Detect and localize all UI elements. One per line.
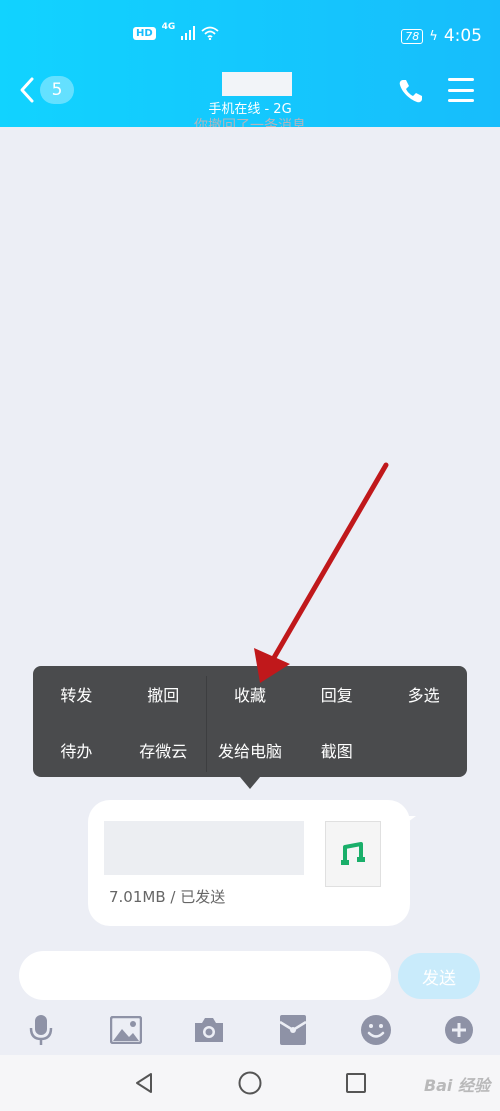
system-message: 你撤回了一条消息 — [194, 118, 306, 127]
menu-item-forward[interactable]: 转发 — [33, 666, 120, 722]
chat-header: HD 4G 78 ϟ 4:05 5 手机在线 - 2G — [0, 0, 500, 127]
input-toolbar — [0, 1010, 500, 1050]
phone-icon[interactable] — [398, 78, 424, 104]
status-icons: HD 4G — [133, 22, 219, 40]
file-info: 7.01MB / 已发送 — [109, 888, 226, 906]
menu-item-save-cloud[interactable]: 存微云 — [120, 722, 207, 778]
context-menu-row: 待办 存微云 发给电脑 截图 — [33, 722, 467, 778]
menu-icon[interactable] — [448, 78, 474, 102]
menu-item-reply[interactable]: 回复 — [293, 666, 380, 722]
signal-icon — [181, 26, 196, 40]
send-button[interactable]: 发送 — [398, 953, 480, 999]
context-menu: 转发 撤回 收藏 回复 多选 待办 存微云 发给电脑 截图 — [33, 666, 467, 777]
red-packet-icon[interactable] — [273, 1010, 313, 1050]
message-input[interactable] — [19, 951, 391, 1000]
battery-indicator: 78 — [401, 28, 424, 44]
mic-icon[interactable] — [21, 1010, 61, 1050]
context-menu-pointer — [240, 777, 260, 789]
menu-item-favorite[interactable]: 收藏 — [207, 666, 294, 722]
menu-divider — [206, 676, 207, 772]
emoji-icon[interactable] — [356, 1010, 396, 1050]
clock: 4:05 — [443, 26, 482, 46]
status-right: 78 ϟ 4:05 — [401, 26, 482, 46]
file-name-redacted — [104, 821, 304, 875]
annotation-arrow — [254, 462, 389, 683]
menu-item-screenshot[interactable]: 截图 — [293, 722, 380, 778]
triangle-back-icon — [136, 1073, 152, 1093]
circle-home-icon — [238, 1071, 262, 1095]
nav-recents-button[interactable] — [342, 1069, 370, 1097]
camera-icon[interactable] — [189, 1010, 229, 1050]
square-recents-icon — [346, 1073, 366, 1093]
charging-icon: ϟ — [429, 28, 438, 44]
menu-item-multiselect[interactable]: 多选 — [380, 666, 467, 722]
menu-item-todo[interactable]: 待办 — [33, 722, 120, 778]
contact-name-redacted[interactable] — [222, 72, 292, 96]
music-file-icon[interactable] — [325, 821, 381, 887]
music-note-icon — [341, 842, 365, 865]
image-icon[interactable] — [106, 1010, 146, 1050]
watermark: Bai 经验 — [423, 1076, 490, 1095]
nav-home-button[interactable] — [236, 1069, 264, 1097]
context-menu-row: 转发 撤回 收藏 回复 多选 — [33, 666, 467, 722]
menu-item-send-to-pc[interactable]: 发给电脑 — [207, 722, 294, 778]
network-type: 4G — [161, 22, 176, 32]
bubble-tail — [400, 816, 416, 828]
nav-back-button[interactable] — [130, 1069, 158, 1097]
plus-icon[interactable] — [439, 1010, 479, 1050]
menu-item-recall[interactable]: 撤回 — [120, 666, 207, 722]
wifi-icon — [201, 26, 219, 40]
hd-badge: HD — [133, 26, 156, 40]
